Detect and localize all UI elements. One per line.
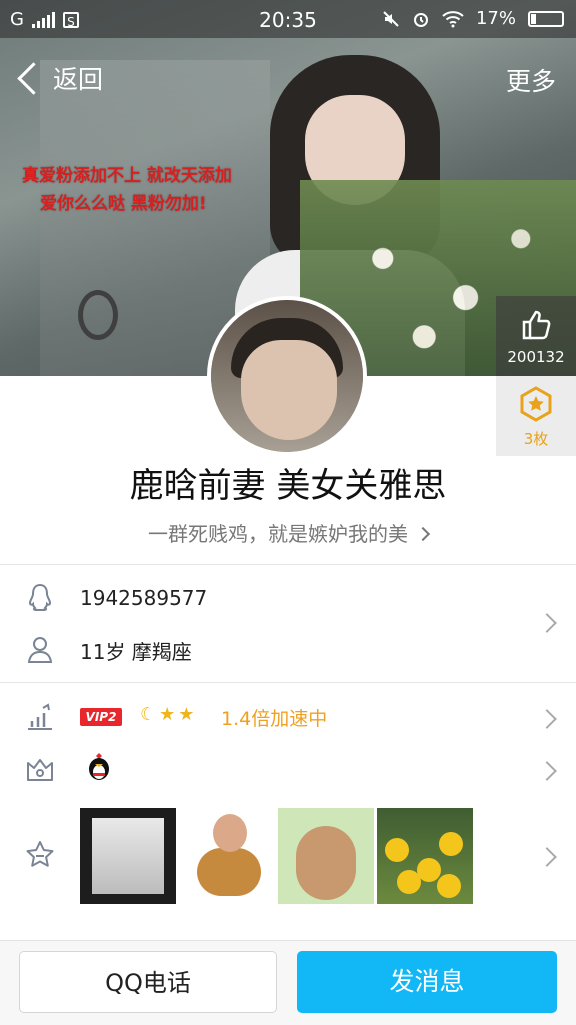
photo-thumbnail[interactable]: [278, 808, 374, 904]
chevron-right-icon: [537, 761, 557, 781]
divider: [0, 682, 576, 683]
signature-text: 一群死贱鸡，就是嫉妒我的美: [148, 522, 408, 546]
cover-caption-line2: 爱你么么哒 黑粉勿加!: [40, 194, 207, 214]
chevron-right-icon: [537, 847, 557, 867]
medal-button[interactable]: 3枚: [496, 376, 576, 456]
like-button[interactable]: 200132: [496, 296, 576, 376]
cover-door-knob: [78, 290, 118, 340]
chevron-left-icon: [17, 61, 50, 95]
chevron-right-icon: [537, 709, 557, 729]
penguin-icon: [28, 583, 52, 611]
photo-wall: [80, 808, 473, 904]
back-label: 返回: [53, 65, 104, 94]
divider: [0, 564, 576, 565]
moon-icon: ☾: [140, 704, 157, 725]
penguin-icon: [89, 753, 109, 780]
nickname: 鹿晗前妻 美女关雅思: [129, 466, 447, 506]
thumbs-up-icon: [522, 310, 551, 340]
mute-icon: [383, 10, 399, 27]
qq-number: 1942589577: [80, 586, 208, 610]
photo-wall-row[interactable]: [0, 808, 576, 904]
battery-percent: 17%: [475, 8, 516, 29]
basic-info-row[interactable]: 1942589577 11岁 摩羯座: [0, 574, 576, 680]
chevron-right-icon: [415, 526, 431, 541]
star-icon: ★: [178, 704, 195, 725]
cover-caption-line1: 真爱粉添加不上 就改天添加: [22, 166, 232, 186]
photo-thumbnail[interactable]: [377, 808, 473, 904]
level-icons: ☾ ★ ★: [140, 704, 194, 725]
more-button[interactable]: 更多: [506, 62, 556, 98]
bottom-action-bar: QQ电话 发消息: [0, 940, 576, 1025]
medal-count: 3枚: [523, 430, 549, 448]
wifi-icon: [442, 10, 464, 27]
signature-link[interactable]: 一群死贱鸡，就是嫉妒我的美: [0, 518, 576, 547]
photo-thumbnail[interactable]: [179, 808, 275, 904]
vip-badge: VIP2: [80, 708, 122, 726]
battery-icon: [528, 10, 564, 27]
bars-icon: [28, 703, 52, 730]
star-icon: [26, 841, 54, 867]
privilege-row[interactable]: [0, 752, 576, 788]
status-right: 17%: [382, 8, 564, 29]
user-icon: [27, 637, 53, 663]
status-bar: G S 20:35 17%: [0, 0, 576, 38]
photo-thumbnail[interactable]: [80, 808, 176, 904]
crown-icon: [27, 759, 53, 781]
age-zodiac: 11岁 摩羯座: [80, 640, 192, 664]
avatar[interactable]: [207, 296, 367, 456]
star-icon: ★: [159, 704, 176, 725]
cover-caption: 真爱粉添加不上 就改天添加 爱你么么哒 黑粉勿加!: [22, 162, 282, 218]
alarm-icon: [413, 12, 428, 27]
qq-call-button[interactable]: QQ电话: [19, 951, 277, 1013]
level-row[interactable]: VIP2 ☾ ★ ★ 1.4倍加速中: [0, 700, 576, 736]
speed-text: 1.4倍加速中: [221, 708, 328, 730]
top-nav: 返回 更多: [0, 52, 576, 104]
like-count: 200132: [507, 348, 565, 366]
back-button[interactable]: 返回: [16, 60, 103, 96]
chevron-right-icon: [537, 613, 557, 633]
send-message-button[interactable]: 发消息: [297, 951, 557, 1013]
medal-icon: [520, 386, 552, 422]
